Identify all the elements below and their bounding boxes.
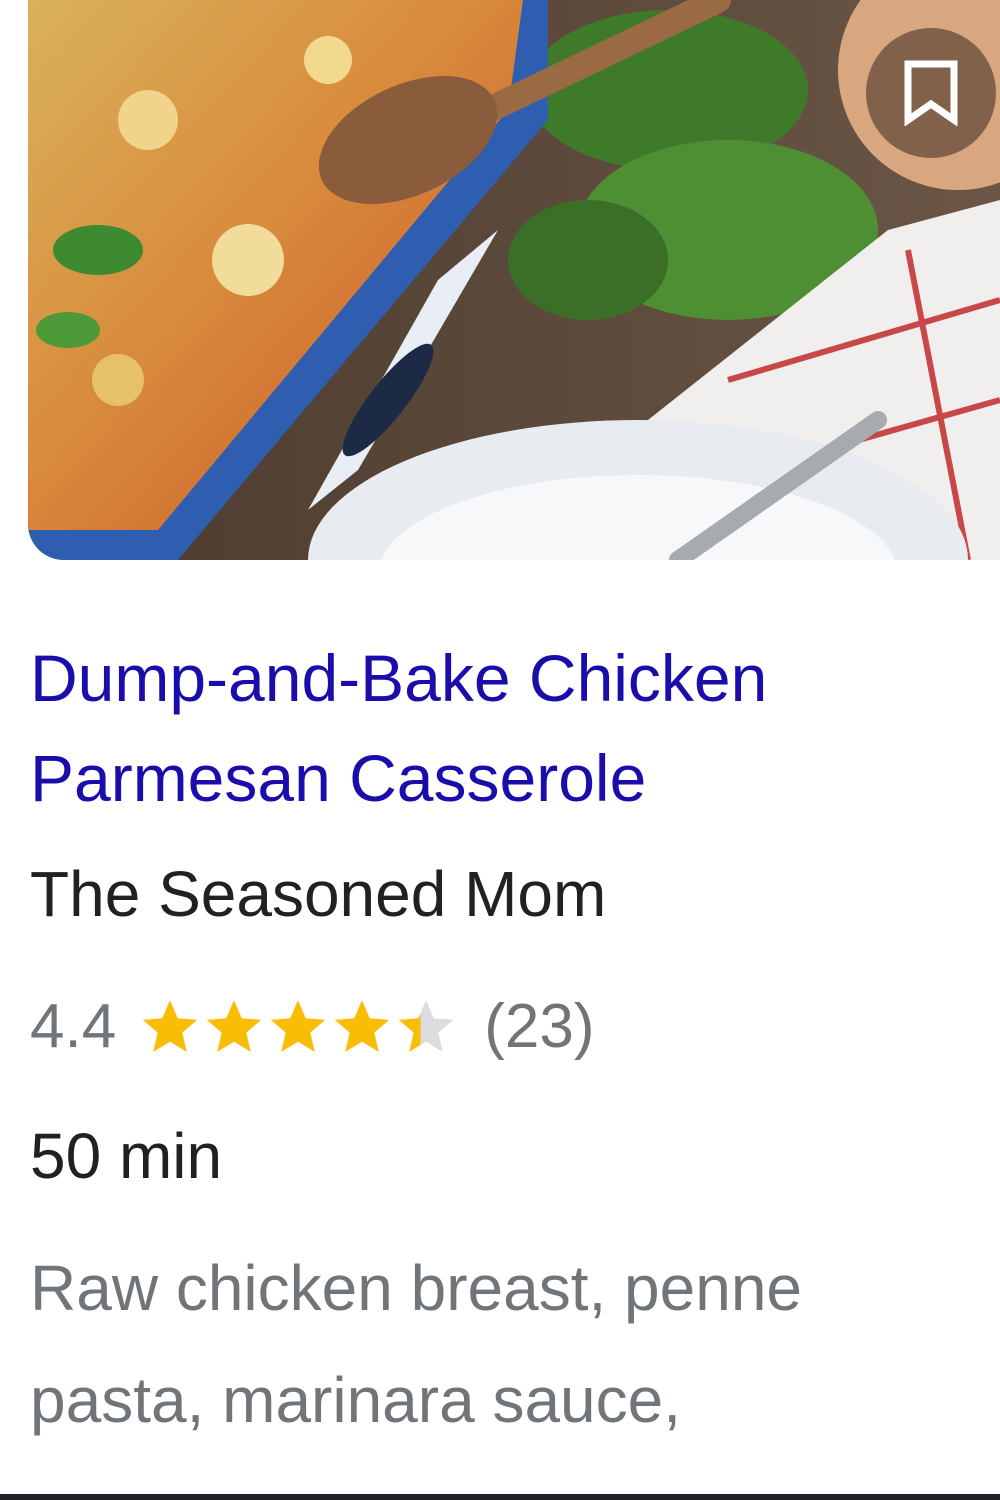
- star-icon: [335, 1000, 390, 1052]
- rating-row: 4.4 (23): [30, 986, 594, 1066]
- rating-value: 4.4: [30, 991, 117, 1061]
- recipe-thumbnail[interactable]: [28, 0, 1000, 560]
- save-recipe-button[interactable]: [866, 28, 996, 158]
- divider: [0, 1494, 1000, 1500]
- recipe-card[interactable]: Dump-and-Bake Chicken Parmesan Casserole…: [0, 0, 1000, 1500]
- bookmark-outline-icon: [904, 60, 958, 126]
- star-icon: [143, 1000, 198, 1052]
- recipe-photo: [28, 0, 1000, 560]
- recipe-source: The Seasoned Mom: [30, 858, 607, 930]
- recipe-title-link[interactable]: Dump-and-Bake Chicken Parmesan Casserole: [30, 628, 970, 828]
- star-icon: [399, 1000, 454, 1052]
- review-count: (23): [484, 991, 595, 1061]
- star-rating: [138, 995, 458, 1057]
- ingredients-snippet: Raw chicken breast, penne pasta, marinar…: [30, 1252, 802, 1436]
- star-icon: [207, 1000, 262, 1052]
- star-icon: [271, 1000, 326, 1052]
- total-time: 50 min: [30, 1120, 223, 1192]
